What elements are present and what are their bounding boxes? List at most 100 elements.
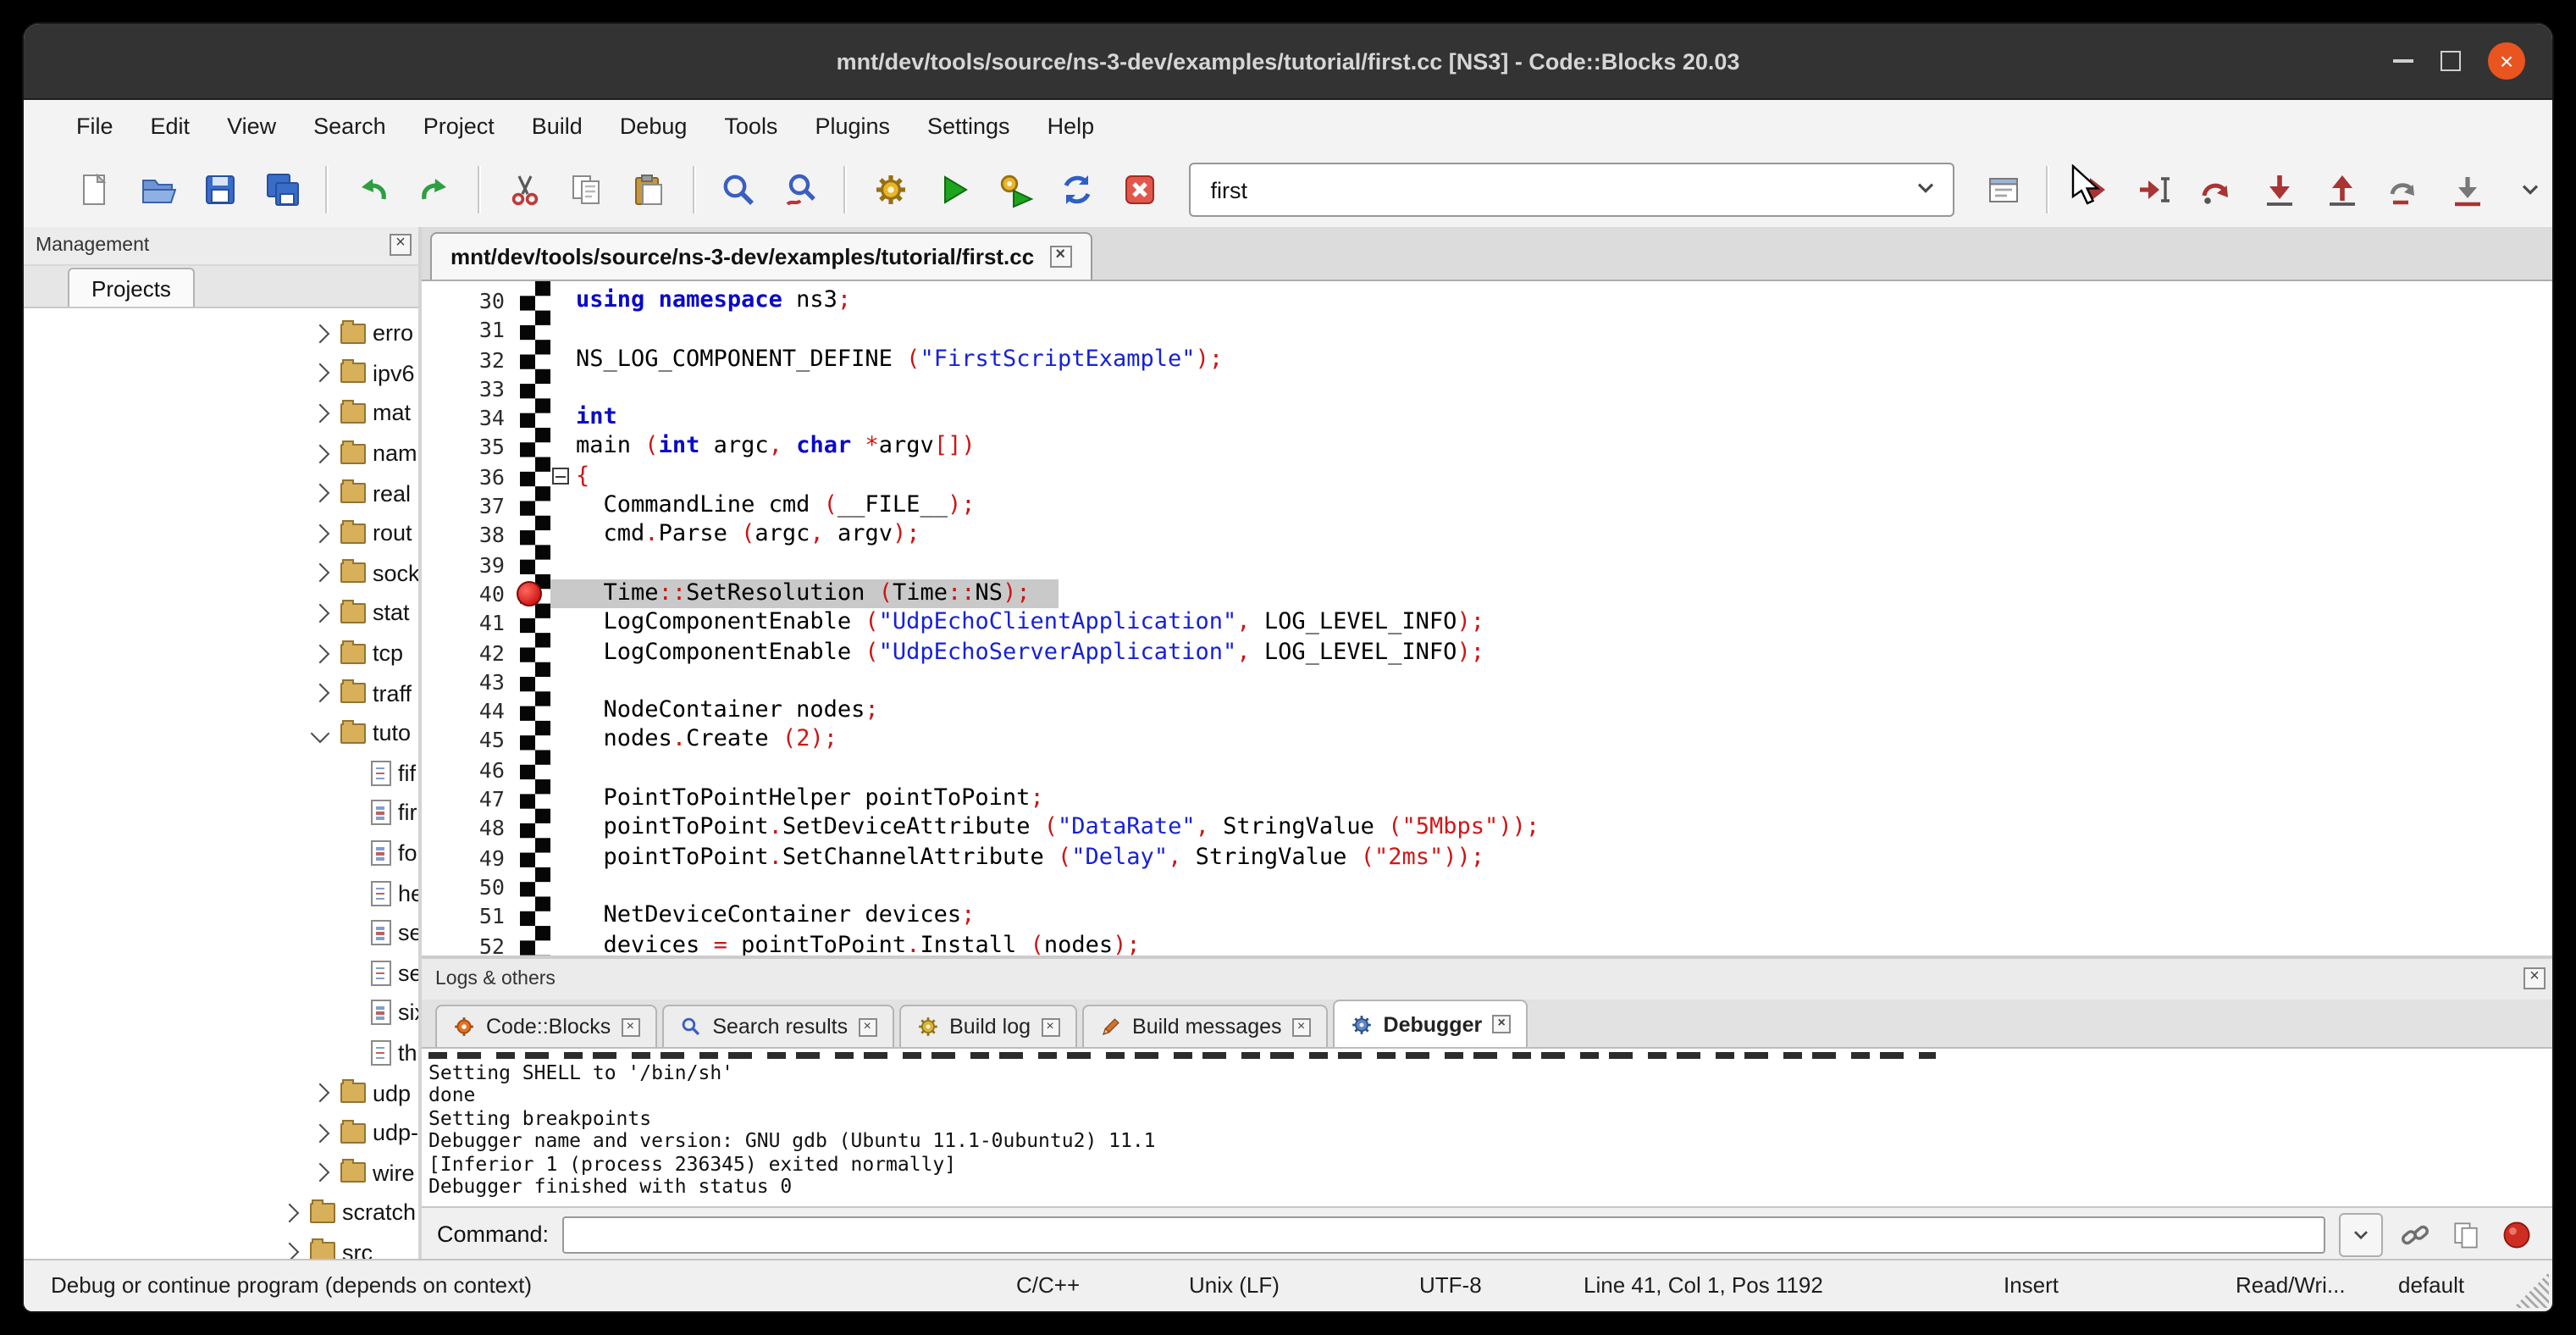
tree-item-ipv6[interactable]: ipv6 xyxy=(24,353,418,393)
tree-item-traff[interactable]: traff xyxy=(24,673,418,713)
code-line-36[interactable]: 36{ xyxy=(422,463,2552,492)
step-into-instruction-button[interactable] xyxy=(2435,161,2498,219)
line-number[interactable]: 30 xyxy=(422,286,515,316)
chevron-down-icon[interactable] xyxy=(311,723,330,743)
resize-grip[interactable] xyxy=(2513,1272,2549,1308)
debug-continue-button[interactable] xyxy=(2061,161,2124,219)
log-tab-code-blocks[interactable]: Code::Blocks xyxy=(435,1005,656,1047)
copy-button[interactable] xyxy=(556,161,618,219)
toolbar-overflow-button[interactable] xyxy=(2508,164,2552,215)
line-number[interactable]: 38 xyxy=(422,521,515,551)
log-tab-search-results[interactable]: Search results xyxy=(661,1005,893,1047)
management-close-icon[interactable] xyxy=(390,234,412,256)
chevron-right-icon[interactable] xyxy=(311,563,330,583)
attach-button[interactable] xyxy=(2396,1216,2434,1253)
log-tab-close-icon[interactable] xyxy=(858,1017,876,1036)
compile-button[interactable] xyxy=(860,161,922,219)
code-line-32[interactable]: 32NS_LOG_COMPONENT_DEFINE ("FirstScriptE… xyxy=(422,345,2552,374)
line-number[interactable]: 51 xyxy=(422,901,515,931)
undo-button[interactable] xyxy=(341,161,404,219)
tree-item-rout[interactable]: rout xyxy=(24,513,418,553)
line-number[interactable]: 40 xyxy=(422,579,515,609)
chevron-right-icon[interactable] xyxy=(311,404,330,424)
paste-button[interactable] xyxy=(618,161,681,219)
command-history-dropdown[interactable] xyxy=(2339,1212,2383,1256)
copy-log-button[interactable] xyxy=(2447,1216,2485,1253)
menu-build[interactable]: Build xyxy=(513,113,601,138)
line-number[interactable]: 36 xyxy=(422,463,515,492)
logs-close-icon[interactable] xyxy=(2523,967,2546,989)
chevron-right-icon[interactable] xyxy=(311,684,330,703)
code-line-49[interactable]: 49 pointToPoint.SetChannelAttribute ("De… xyxy=(422,843,2552,872)
line-number[interactable]: 49 xyxy=(422,843,515,872)
replace-button[interactable] xyxy=(770,161,832,219)
line-number[interactable]: 37 xyxy=(422,491,515,521)
chevron-right-icon[interactable] xyxy=(311,644,330,663)
code-line-40[interactable]: 40 Time::SetResolution (Time::NS); xyxy=(422,579,2552,609)
code-line-41[interactable]: 41 LogComponentEnable ("UdpEchoClientApp… xyxy=(422,609,2552,639)
code-line-31[interactable]: 31 xyxy=(422,316,2552,346)
chevron-right-icon[interactable] xyxy=(311,444,330,463)
redo-button[interactable] xyxy=(404,161,467,219)
log-tab-close-icon[interactable] xyxy=(1492,1015,1511,1033)
save-all-button[interactable] xyxy=(252,161,314,219)
chevron-right-icon[interactable] xyxy=(280,1203,300,1222)
line-number[interactable]: 33 xyxy=(422,374,515,404)
log-tab-close-icon[interactable] xyxy=(1041,1017,1059,1036)
step-into-button[interactable] xyxy=(2248,161,2311,219)
breakpoint-marker[interactable] xyxy=(517,581,542,607)
menu-tools[interactable]: Tools xyxy=(705,113,796,138)
line-number[interactable]: 43 xyxy=(422,668,515,697)
log-tab-close-icon[interactable] xyxy=(621,1017,639,1036)
abort-button[interactable] xyxy=(1109,161,1172,219)
line-number[interactable]: 31 xyxy=(422,316,515,346)
open-file-button[interactable] xyxy=(127,161,190,219)
tree-item-six[interactable]: six xyxy=(24,993,418,1033)
rebuild-button[interactable] xyxy=(1047,161,1109,219)
code-line-52[interactable]: 52 devices = pointToPoint.Install (nodes… xyxy=(422,931,2552,956)
run-button[interactable] xyxy=(922,161,985,219)
menu-view[interactable]: View xyxy=(208,113,295,138)
next-line-button[interactable] xyxy=(2186,161,2248,219)
chevron-right-icon[interactable] xyxy=(280,1244,300,1260)
new-file-button[interactable] xyxy=(64,161,127,219)
code-line-34[interactable]: 34int xyxy=(422,403,2552,433)
editor-tab-first-cc[interactable]: mnt/dev/tools/source/ns-3-dev/examples/t… xyxy=(430,232,1092,280)
step-out-button[interactable] xyxy=(2311,161,2374,219)
line-number[interactable]: 44 xyxy=(422,696,515,726)
line-number[interactable]: 41 xyxy=(422,609,515,639)
line-number[interactable]: 32 xyxy=(422,345,515,374)
tree-item-src[interactable]: src xyxy=(24,1233,418,1260)
title-bar[interactable]: mnt/dev/tools/source/ns-3-dev/examples/t… xyxy=(24,24,2552,100)
close-icon[interactable] xyxy=(2488,42,2525,80)
tree-item-tuto[interactable]: tuto xyxy=(24,713,418,753)
menu-settings[interactable]: Settings xyxy=(909,113,1029,138)
tree-item-se[interactable]: se xyxy=(24,913,418,953)
breakpoint-margin[interactable] xyxy=(520,281,550,956)
line-number[interactable]: 50 xyxy=(422,872,515,902)
code-line-48[interactable]: 48 pointToPoint.SetDeviceAttribute ("Dat… xyxy=(422,814,2552,844)
tree-item-fir[interactable]: fir xyxy=(24,793,418,833)
record-icon[interactable] xyxy=(2498,1216,2535,1253)
line-number[interactable]: 52 xyxy=(422,931,515,956)
chevron-right-icon[interactable] xyxy=(311,484,330,503)
tab-projects[interactable]: Projects xyxy=(68,268,195,307)
menu-plugins[interactable]: Plugins xyxy=(796,113,909,138)
fold-marker[interactable] xyxy=(552,468,569,485)
debugging-windows-button[interactable] xyxy=(1971,161,2034,219)
menu-edit[interactable]: Edit xyxy=(132,113,209,138)
code-line-51[interactable]: 51 NetDeviceContainer devices; xyxy=(422,901,2552,931)
tree-item-fo[interactable]: fo xyxy=(24,833,418,872)
line-number[interactable]: 39 xyxy=(422,550,515,579)
tree-item-th[interactable]: th xyxy=(24,1033,418,1072)
menu-debug[interactable]: Debug xyxy=(601,113,706,138)
chevron-right-icon[interactable] xyxy=(311,363,330,383)
code-line-33[interactable]: 33 xyxy=(422,374,2552,404)
chevron-right-icon[interactable] xyxy=(311,1083,330,1103)
tree-item-udp-[interactable]: udp- xyxy=(24,1113,418,1153)
line-number[interactable]: 42 xyxy=(422,638,515,668)
log-tab-build-log[interactable]: Build log xyxy=(898,1005,1076,1047)
tree-item-fif[interactable]: fif xyxy=(24,753,418,793)
code-line-45[interactable]: 45 nodes.Create (2); xyxy=(422,726,2552,756)
code-line-39[interactable]: 39 xyxy=(422,550,2552,579)
